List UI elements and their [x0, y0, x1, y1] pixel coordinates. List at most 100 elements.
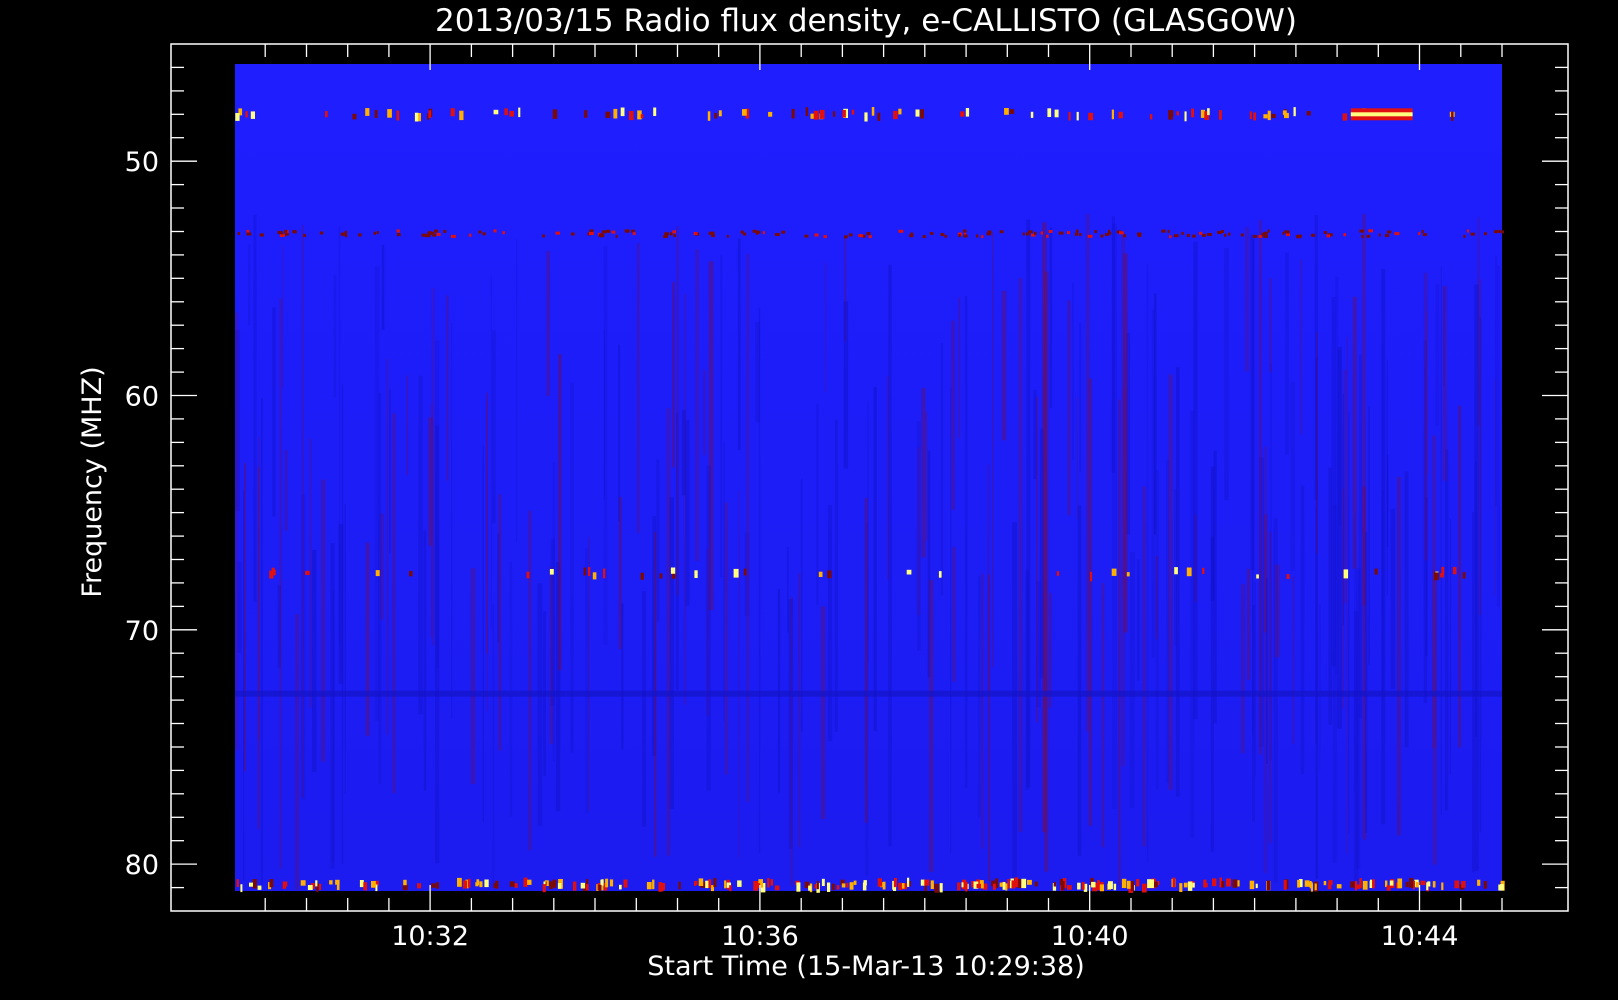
emission-speck [1034, 231, 1037, 235]
emission-streak [738, 491, 740, 859]
emission-speck [853, 880, 857, 885]
emission-speck [924, 879, 930, 886]
emission-speck [1463, 234, 1466, 238]
emission-speck [743, 232, 747, 236]
emission-speck [814, 233, 819, 237]
emission-speck [450, 234, 456, 238]
emission-streak [546, 251, 550, 396]
emission-speck [846, 882, 849, 888]
emission-streak [253, 214, 257, 602]
emission-streak [637, 243, 640, 534]
emission-streak [257, 467, 260, 829]
emission-speck [1286, 574, 1290, 579]
emission-speck [457, 877, 462, 887]
emission-speck [646, 882, 652, 890]
emission-streak [672, 281, 675, 468]
emission-streak [260, 397, 263, 885]
emission-streak [1299, 259, 1303, 435]
emission-speck [1170, 110, 1174, 117]
emission-streak [1224, 248, 1229, 501]
emission-speck [1186, 233, 1190, 237]
emission-speck [493, 883, 499, 888]
emission-streak [1432, 570, 1437, 865]
emission-speck [1176, 111, 1179, 116]
emission-speck [804, 234, 809, 238]
emission-speck [1420, 880, 1426, 886]
emission-speck [479, 881, 483, 888]
emission-speck [427, 231, 433, 235]
emission-streak [570, 382, 574, 753]
emission-streak [1442, 285, 1448, 481]
emission-speck [849, 882, 854, 890]
emission-streak [1044, 271, 1049, 872]
emission-speck [729, 885, 732, 892]
emission-speck [615, 234, 618, 238]
emission-streak [431, 288, 435, 646]
emission-streak [992, 232, 994, 668]
emission-speck [237, 232, 241, 235]
emission-speck [1192, 882, 1195, 888]
emission-speck [549, 569, 554, 575]
emission-speck [1483, 881, 1487, 889]
emission-streak [537, 583, 543, 826]
emission-speck [940, 233, 945, 236]
emission-speck [1078, 233, 1082, 236]
emission-streak [365, 542, 370, 736]
emission-streak [321, 479, 326, 762]
emission-streak [1049, 227, 1053, 409]
emission-speck [1249, 111, 1252, 119]
emission-streak [1495, 255, 1497, 507]
emission-streak [681, 409, 686, 496]
emission-speck [1136, 879, 1140, 887]
emission-streak [888, 264, 892, 846]
emission-speck [1126, 880, 1131, 889]
emission-streak [309, 438, 312, 708]
emission-speck [753, 881, 759, 891]
emission-speck [1034, 881, 1038, 887]
emission-speck [1359, 878, 1362, 888]
emission-speck [363, 882, 368, 891]
emission-speck [669, 232, 673, 236]
emission-speck [1088, 112, 1094, 121]
emission-speck [292, 230, 297, 234]
emission-streak [864, 498, 868, 823]
emission-speck [549, 881, 553, 889]
emission-speck [774, 233, 780, 236]
emission-streak [1494, 379, 1496, 596]
emission-speck [1369, 881, 1373, 888]
emission-speck [770, 879, 774, 886]
emission-speck [1108, 231, 1112, 235]
emission-speck [1452, 566, 1457, 575]
emission-streak [558, 354, 562, 671]
emission-speck [1007, 879, 1010, 889]
emission-streak [917, 447, 920, 616]
emission-speck [841, 883, 846, 888]
emission-streak [284, 450, 288, 531]
emission-speck [1232, 879, 1238, 888]
emission-streak [950, 387, 952, 853]
emission-speck [737, 880, 742, 887]
emission-speck [1249, 880, 1255, 890]
emission-speck [1183, 882, 1188, 888]
emission-speck [831, 883, 835, 891]
emission-streak [338, 524, 344, 684]
emission-speck [796, 882, 801, 892]
emission-streak [1364, 532, 1368, 833]
emission-speck [987, 230, 992, 234]
emission-speck [844, 235, 848, 239]
emission-streak [301, 225, 304, 798]
emission-speck [1500, 884, 1504, 891]
emission-speck [628, 111, 634, 121]
emission-speck [1342, 113, 1348, 121]
emission-streak [820, 606, 826, 820]
emission-streak [1386, 454, 1389, 547]
emission-speck [493, 109, 499, 115]
emission-streak [1077, 397, 1079, 519]
emission-speck [1454, 880, 1460, 889]
y-axis-label: Frequency (MHZ) [77, 366, 108, 597]
emission-speck [1343, 569, 1349, 579]
emission-speck [1256, 574, 1259, 579]
emission-streak [827, 505, 833, 742]
emission-streak [685, 419, 690, 606]
emission-speck [396, 233, 401, 237]
